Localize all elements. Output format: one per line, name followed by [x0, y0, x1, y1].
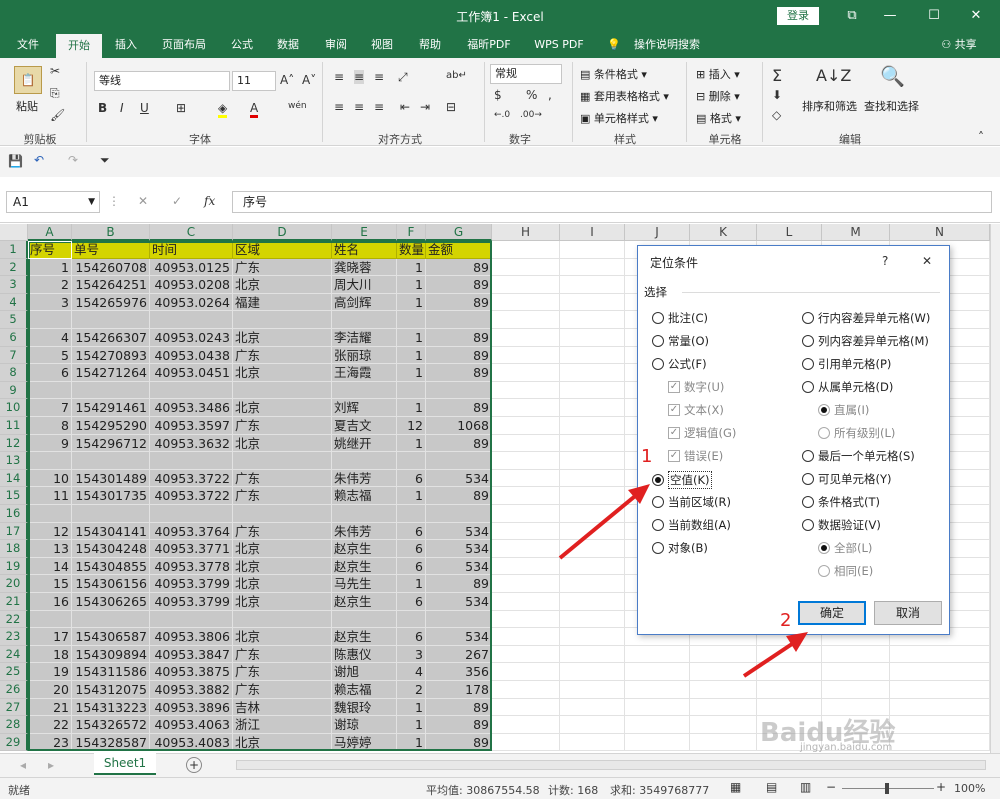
count-status: 计数: 168	[548, 784, 599, 797]
sum-status: 求和: 3549768777	[610, 784, 710, 797]
arrow-1	[558, 484, 650, 560]
page-layout-view-icon[interactable]: ▤	[766, 780, 777, 794]
annotation-arrows	[558, 484, 808, 678]
zoom-out-icon[interactable]: −	[826, 780, 836, 794]
ready-status: 就绪	[8, 784, 30, 797]
scroll-left-icon[interactable]: ◂	[20, 758, 26, 772]
arrow-2	[742, 632, 808, 678]
zoom-slider-thumb[interactable]	[885, 783, 889, 794]
watermark-url: jingyan.baidu.com	[800, 742, 893, 753]
status-bar: 就绪 平均值: 30867554.58 计数: 168 求和: 35497687…	[0, 777, 1000, 799]
page-break-view-icon[interactable]: ▥	[800, 780, 811, 794]
normal-view-icon[interactable]: ▦	[730, 780, 741, 794]
horizontal-scrollbar[interactable]	[236, 760, 986, 770]
zoom-level[interactable]: 100%	[954, 782, 985, 795]
add-sheet-icon[interactable]: +	[186, 757, 202, 773]
sheet-tab-sheet1[interactable]: Sheet1	[94, 753, 156, 775]
sheet-tab-bar: ◂ ▸ Sheet1 +	[0, 753, 1000, 777]
average-status: 平均值: 30867554.58	[426, 784, 540, 797]
zoom-in-icon[interactable]: +	[936, 780, 946, 794]
scroll-right-icon[interactable]: ▸	[48, 758, 54, 772]
